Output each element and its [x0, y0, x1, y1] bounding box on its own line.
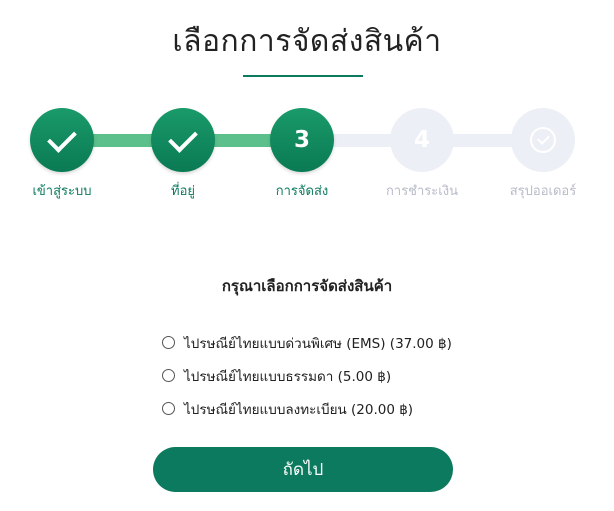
- option-label: ไปรษณีย์ไทยแบบด่วนพิเศษ (EMS) (37.00 ฿): [184, 335, 452, 352]
- shipping-option-registered[interactable]: ไปรษณีย์ไทยแบบลงทะเบียน (20.00 ฿): [162, 392, 482, 425]
- step-label-login: เข้าสู่ระบบ: [32, 184, 92, 199]
- title-underline: [243, 75, 363, 77]
- step-number: 3: [293, 127, 310, 153]
- step-label-address: ที่อยู่: [171, 184, 195, 199]
- step-summary: [511, 108, 575, 172]
- check-icon: [168, 122, 198, 153]
- step-address[interactable]: [151, 108, 215, 172]
- option-label: ไปรษณีย์ไทยแบบลงทะเบียน (20.00 ฿): [184, 401, 414, 418]
- step-label-payment: การชำระเงิน: [386, 184, 458, 199]
- shipping-option-ems[interactable]: ไปรษณีย์ไทยแบบด่วนพิเศษ (EMS) (37.00 ฿): [162, 326, 482, 359]
- step-payment: 4: [390, 108, 454, 172]
- page-title: เลือกการจัดส่งสินค้า: [172, 24, 442, 59]
- step-label-summary: สรุปออเดอร์: [509, 184, 577, 199]
- shipping-option-normal[interactable]: ไปรษณีย์ไทยแบบธรรมดา (5.00 ฿): [162, 359, 482, 392]
- step-login[interactable]: [30, 108, 94, 172]
- next-button[interactable]: ถัดไป: [153, 447, 453, 492]
- radio-button[interactable]: [162, 336, 175, 349]
- radio-button[interactable]: [162, 402, 175, 415]
- step-number: 4: [413, 127, 430, 153]
- shipping-options: ไปรษณีย์ไทยแบบด่วนพิเศษ (EMS) (37.00 ฿) …: [162, 326, 482, 425]
- check-icon: [47, 122, 77, 153]
- step-shipping[interactable]: 3: [270, 108, 334, 172]
- step-label-shipping: การจัดส่ง: [275, 184, 329, 199]
- checkout-stepper: 3 4 เข้าสู่ระบบ ที่อยู่ การจัดส่ง การชำร…: [0, 108, 614, 218]
- shipping-question: กรุณาเลือกการจัดส่งสินค้า: [221, 277, 393, 295]
- option-label: ไปรษณีย์ไทยแบบธรรมดา (5.00 ฿): [184, 368, 392, 385]
- radio-button[interactable]: [162, 369, 175, 382]
- check-circle-icon: [530, 127, 556, 153]
